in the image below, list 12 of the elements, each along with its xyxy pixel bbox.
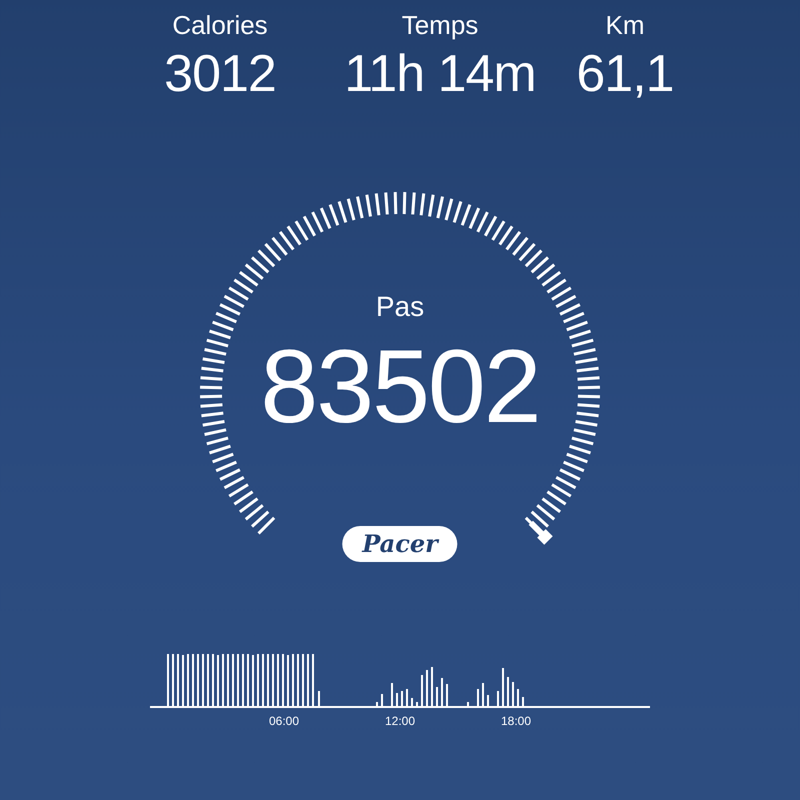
stat-label: Km bbox=[606, 9, 644, 42]
logo-badge: Pacer bbox=[342, 526, 458, 562]
stat-label: Calories bbox=[172, 9, 268, 42]
time-label: 12:00 bbox=[384, 714, 416, 728]
stat-value: 61,1 bbox=[576, 44, 674, 105]
stat-value: 11h 14m bbox=[344, 44, 536, 105]
stat-label: Temps bbox=[402, 9, 478, 42]
steps-label: Pas bbox=[376, 291, 424, 322]
stat-value: 3012 bbox=[164, 44, 276, 105]
time-label: 18:00 bbox=[500, 714, 532, 728]
steps-count: 83502 bbox=[260, 328, 540, 447]
time-label: 06:00 bbox=[268, 714, 300, 728]
